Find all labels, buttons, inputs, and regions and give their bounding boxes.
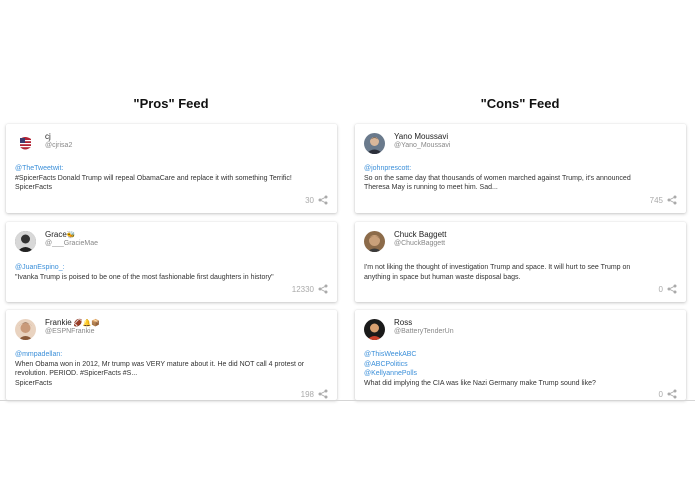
tweet-body: @johnprescott: So on the same day that t… [364,164,677,193]
card-footer: 0 [659,284,677,294]
pros-tweet-card-1[interactable]: cj @cjrisa2 @TheTweetwit: #SpicerFacts D… [6,124,337,213]
person-avatar [364,133,385,154]
tweet-line: #SpicerFacts Donald Trump will repeal Ob… [15,174,292,182]
tweet-body: @ThisWeekABC @ABCPolitics @KellyannePoll… [364,350,677,388]
mention-link[interactable]: @johnprescott: [364,164,677,174]
share-icon[interactable] [318,284,328,294]
pros-feed-title: "Pros" Feed [133,96,209,111]
share-icon[interactable] [667,284,677,294]
user-handle: @___GracieMae [45,240,99,247]
mention-link[interactable]: @ABCPolitics [364,360,677,370]
cons-feed-title: "Cons" Feed [480,96,560,111]
mention-link[interactable]: @JuanEspino_: [15,263,328,273]
share-icon[interactable] [318,195,328,205]
user-name: Chuck Baggett [394,230,447,239]
cons-tweet-card-1[interactable]: Yano Moussavi @Yano_Moussavi @johnpresco… [355,124,686,213]
cons-tweet-card-3[interactable]: Ross @BatteryTenderUn @ThisWeekABC @ABCP… [355,310,686,400]
tweet-line: Theresa May is running to meet him. Sad.… [364,184,498,191]
mention-link[interactable]: @TheTweetwit: [15,164,328,174]
share-icon[interactable] [318,389,328,399]
tweet-body: I'm not liking the thought of investigat… [364,263,677,282]
card-footer: 30 [305,195,328,205]
bottom-divider [0,400,695,401]
tweet-line: SpicerFacts [15,184,52,191]
user-name: cj [45,132,51,141]
share-count: 12330 [291,284,314,294]
user-name: Ross [394,318,413,327]
tweet-body: @JuanEspino_: "Ivanka Trump is poised to… [15,263,328,282]
share-count: 30 [305,195,314,205]
tweet-line: So on the same day that thousands of wom… [364,174,631,182]
tweet-line: revolution. PERIOD. #SpicerFacts #S... [15,370,138,377]
user-handle: @cjrisa2 [45,142,73,149]
user-handle: @ChuckBaggett [394,240,446,247]
tweet-body: @TheTweetwit: #SpicerFacts Donald Trump … [15,164,328,193]
tweet-body: @mmpadellan: When Obama won in 2012, Mr … [15,350,328,388]
person-avatar [15,231,36,252]
user-handle: @Yano_Moussavi [394,142,451,149]
user-handle: @BatteryTenderUn [394,328,454,335]
tweet-line: When Obama won in 2012, Mr trump was VER… [15,360,305,368]
user-name-text: Grace [45,230,67,239]
mention-link[interactable]: @ThisWeekABC [364,350,677,360]
mention-link[interactable]: @mmpadellan: [15,350,328,360]
share-count: 745 [649,195,663,205]
share-count: 0 [658,284,663,294]
tweet-line: anything in space but human waste dispos… [364,273,521,281]
card-footer: 0 [659,389,677,399]
name-emoji: 🐝 [66,232,76,239]
card-footer: 198 [301,389,328,399]
user-name: Yano Moussavi [394,132,449,141]
tweet-line: "Ivanka Trump is poised to be one of the… [15,273,274,281]
mention-link[interactable]: @KellyannePolls [364,369,677,379]
card-footer: 745 [650,195,677,205]
share-icon[interactable] [667,389,677,399]
cons-tweet-card-2[interactable]: Chuck Baggett @ChuckBaggett I'm not liki… [355,222,686,302]
pros-tweet-card-3[interactable]: Frankie 🏈🔔📦 @ESPNFrankie @mmpadellan: Wh… [6,310,337,400]
tweet-line: What did implying the CIA was like Nazi … [364,379,596,387]
card-footer: 12330 [292,284,328,294]
person-avatar [364,319,385,340]
share-count: 0 [658,389,663,399]
user-name-text: Frankie [45,318,72,327]
name-emoji: 🏈🔔📦 [73,320,101,327]
tweet-line: SpicerFacts [15,379,52,387]
share-icon[interactable] [667,195,677,205]
tweet-line: I'm not liking the thought of investigat… [364,264,631,271]
pros-tweet-card-2[interactable]: Grace🐝 @___GracieMae @JuanEspino_: "Ivan… [6,222,337,302]
user-name: Frankie 🏈🔔📦 [45,318,100,327]
share-count: 198 [300,389,314,399]
person-avatar [15,319,36,340]
us-flag-avatar [15,133,36,154]
person-avatar [364,231,385,252]
user-name: Grace🐝 [45,230,76,239]
user-handle: @ESPNFrankie [45,328,95,335]
